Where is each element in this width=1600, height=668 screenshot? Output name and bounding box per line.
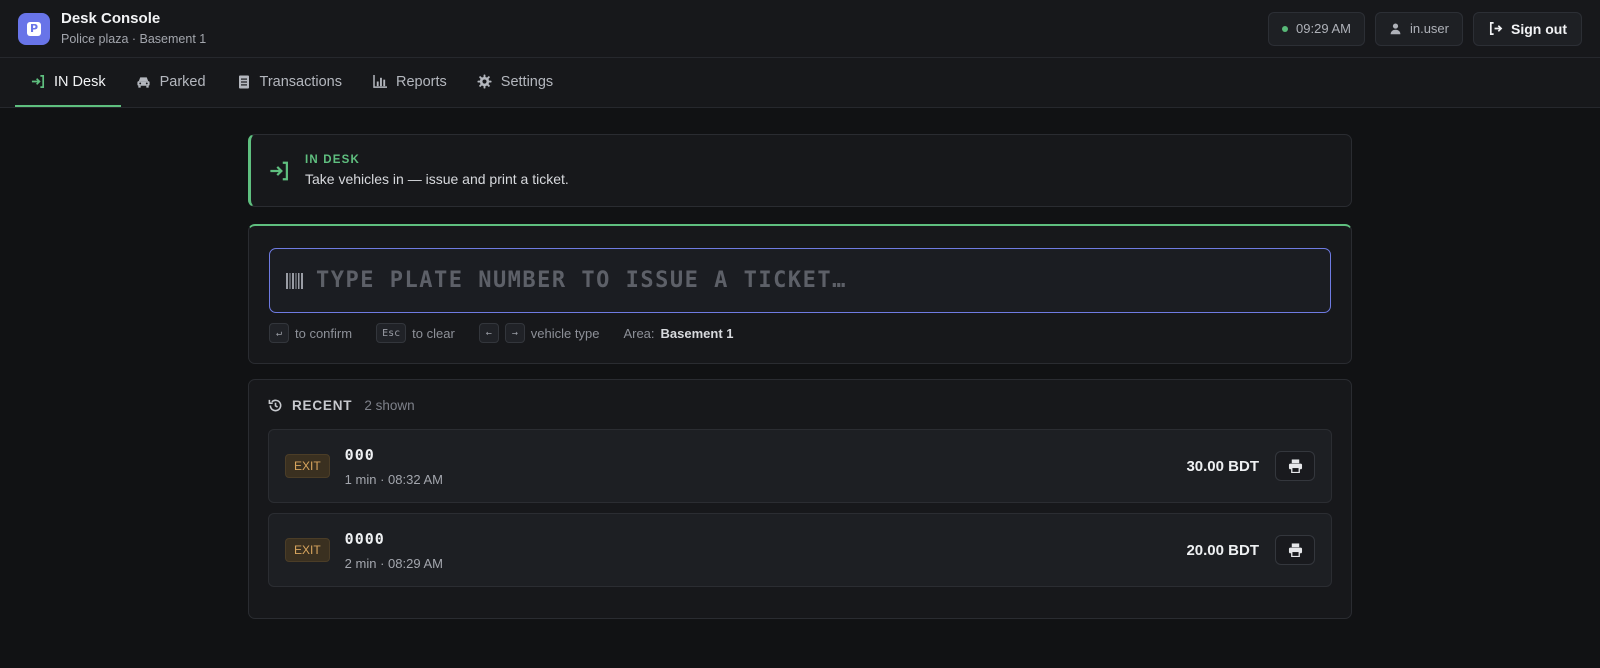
barcode-icon <box>286 272 303 289</box>
status-badge: EXIT <box>285 538 330 562</box>
clock-chip: 09:29 AM <box>1268 11 1365 46</box>
tab-label: Settings <box>500 73 554 90</box>
printer-icon <box>1288 543 1302 557</box>
chart-icon <box>372 74 388 90</box>
plate-number: 0000 <box>344 529 385 548</box>
plate-number-input[interactable] <box>316 249 1330 312</box>
recent-count: 2 shown <box>364 398 415 413</box>
sign-in-icon <box>270 161 288 180</box>
printer-icon <box>1288 459 1302 473</box>
plate-input-wrapper[interactable] <box>269 248 1331 313</box>
tab-reports[interactable]: Reports <box>357 58 462 107</box>
right-arrow-key: → <box>504 323 525 343</box>
ticket-entry-card: ↵ to confirm Esc to clear ← → vehicle ty… <box>248 224 1352 364</box>
gear-icon <box>477 74 493 90</box>
banner-description: Take vehicles in — issue and print a tic… <box>305 171 569 187</box>
history-icon <box>268 399 282 412</box>
clear-hint: to clear <box>412 325 455 341</box>
ticket-amount: 20.00 BDT <box>1186 541 1259 559</box>
tab-label: Parked <box>159 73 206 90</box>
user-name: in.user <box>1409 21 1449 36</box>
recent-header: RECENT 2 shown <box>268 398 1332 413</box>
tab-transactions[interactable]: Transactions <box>221 58 357 107</box>
list-item[interactable]: EXIT 000 1 min · 08:32 AM 30.00 BDT <box>268 429 1332 503</box>
banner-label: IN DESK <box>305 154 361 166</box>
main-nav: IN Desk Parked Transactions Reports Sett… <box>0 58 1600 108</box>
sign-in-icon <box>30 74 46 90</box>
sign-out-label: Sign out <box>1511 20 1567 37</box>
print-button[interactable] <box>1275 451 1315 481</box>
esc-key: Esc <box>376 323 407 343</box>
tab-label: Reports <box>396 73 447 90</box>
recent-tickets-card: RECENT 2 shown EXIT 000 1 min · 08:32 AM… <box>248 379 1352 619</box>
ticket-meta: 1 min · 08:32 AM <box>344 471 443 487</box>
enter-key: ↵ <box>269 323 289 343</box>
area-value: Basement 1 <box>660 325 734 341</box>
user-icon <box>1390 23 1401 35</box>
main-content: IN DESK Take vehicles in — issue and pri… <box>248 134 1352 619</box>
car-icon <box>136 74 152 90</box>
recent-list: EXIT 000 1 min · 08:32 AM 30.00 BDT EXIT… <box>268 429 1332 587</box>
ticket-amount: 30.00 BDT <box>1186 457 1259 475</box>
vehicle-type-hint: vehicle type <box>530 325 600 341</box>
app-header: P Desk Console Police plaza · Basement 1… <box>0 0 1600 58</box>
status-dot-icon <box>1282 25 1289 32</box>
tab-parked[interactable]: Parked <box>121 58 221 107</box>
keyboard-hints: ↵ to confirm Esc to clear ← → vehicle ty… <box>269 323 1331 343</box>
app-logo-icon: P <box>18 12 50 45</box>
app-title: Desk Console <box>61 9 161 27</box>
sign-out-button[interactable]: Sign out <box>1473 11 1582 46</box>
plate-number: 000 <box>344 445 375 464</box>
sign-out-icon <box>1489 22 1503 35</box>
brand: P Desk Console Police plaza · Basement 1 <box>18 10 206 48</box>
status-badge: EXIT <box>285 454 330 478</box>
recent-title: RECENT <box>292 398 353 413</box>
tab-label: IN Desk <box>54 73 106 90</box>
in-desk-banner: IN DESK Take vehicles in — issue and pri… <box>248 134 1352 207</box>
logo-letter: P <box>27 21 41 36</box>
tab-label: Transactions <box>259 73 342 90</box>
ticket-meta: 2 min · 08:29 AM <box>344 555 443 571</box>
area-label: Area: <box>623 325 655 341</box>
receipt-icon <box>236 74 252 90</box>
tab-settings[interactable]: Settings <box>462 58 568 107</box>
user-chip[interactable]: in.user <box>1374 11 1463 46</box>
left-arrow-key: ← <box>478 323 499 343</box>
clock-time: 09:29 AM <box>1296 21 1351 36</box>
confirm-hint: to confirm <box>295 325 353 341</box>
print-button[interactable] <box>1275 535 1315 565</box>
tab-in-desk[interactable]: IN Desk <box>15 58 121 107</box>
app-subtitle: Police plaza · Basement 1 <box>61 31 207 46</box>
list-item[interactable]: EXIT 0000 2 min · 08:29 AM 20.00 BDT <box>268 513 1332 587</box>
